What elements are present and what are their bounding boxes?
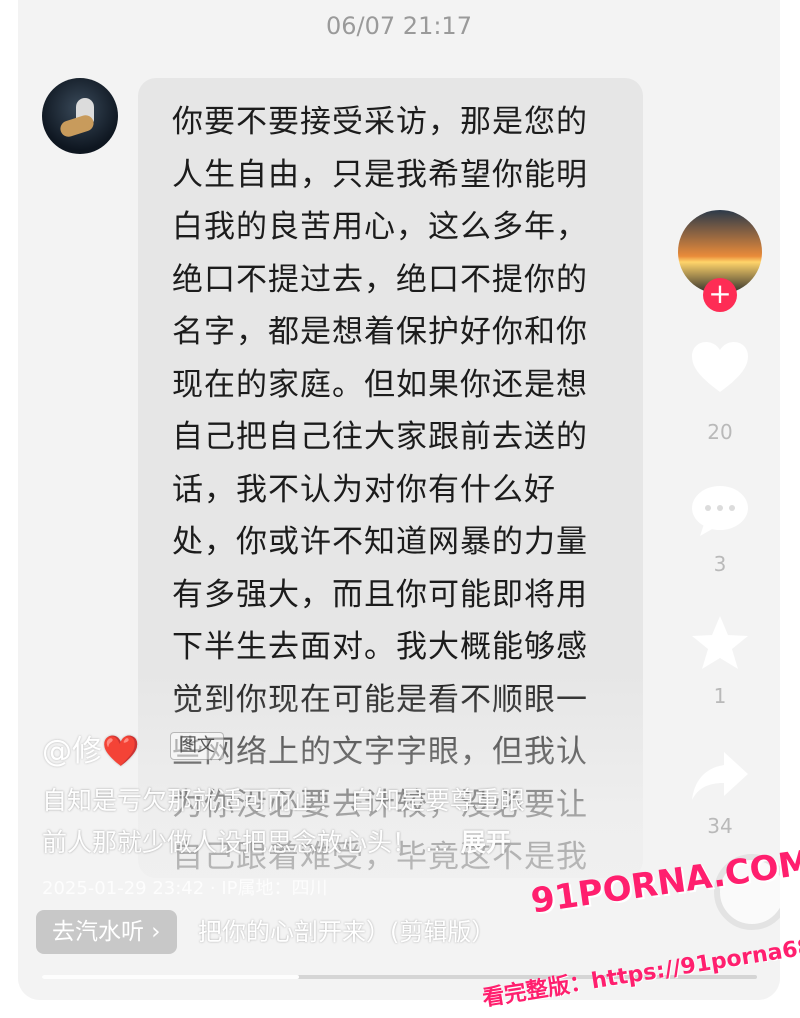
expand-button[interactable]: 展开 <box>461 828 511 857</box>
caption-line: 自知是亏欠那就适可而止！ 自知是要尊重眼 <box>42 786 525 815</box>
message-line: 下半生去面对。我大概能够感 <box>172 629 588 665</box>
message-line: 名字，都是想着保护好你和你 <box>172 314 588 350</box>
comment-icon[interactable] <box>690 482 750 542</box>
progress-fill <box>42 975 300 979</box>
message-line: 人生自由，只是我希望你能明 <box>172 156 588 193</box>
post-frame: 06/07 21:17 你要不要接受采访，那是您的 人生自由，只是我希望你能明 … <box>18 0 780 1000</box>
message-line: 话，我不认为对你有什么好 <box>172 471 556 508</box>
message-line: 你要不要接受采访，那是您的 <box>172 104 588 140</box>
watermark-url: 看完整版：https://91porna68.com <box>480 925 800 1012</box>
music-title[interactable]: 把你的心剖开来）(剪辑版） <box>198 910 495 954</box>
message-timestamp: 06/07 21:17 <box>326 12 472 40</box>
follow-button[interactable]: + <box>703 278 737 312</box>
listen-app-button[interactable]: 去汽水听 › <box>36 910 177 954</box>
post-meta: 2025-01-29 23:42 · IP属地：四川 <box>42 878 328 899</box>
sender-avatar[interactable] <box>42 78 118 154</box>
heart-icon[interactable] <box>690 340 750 400</box>
message-line: 自己把自己往大家跟前去送的 <box>172 419 588 455</box>
share-count: 34 <box>707 814 733 838</box>
message-line: 些网络上的文字字眼，但我认 <box>172 734 588 770</box>
message-line: 白我的良苦用心，这么多年， <box>172 209 588 245</box>
guitar-icon <box>58 113 96 139</box>
share-icon[interactable] <box>690 748 750 808</box>
star-icon[interactable] <box>690 614 750 674</box>
message-line: 觉到你现在可能是看不顺眼一 <box>172 681 588 718</box>
message-line: 现在的家庭。但如果你还是想 <box>172 366 588 403</box>
like-count: 20 <box>707 420 733 444</box>
comment-count: 3 <box>713 552 727 576</box>
author-handle: @修 <box>42 734 102 769</box>
author-name[interactable]: @修❤️ <box>42 726 139 770</box>
watermark: 91PORNA.COM 看完整版：https://91porna68.com <box>470 842 800 1012</box>
post-type-tag: 图文 <box>170 732 224 760</box>
message-line: 绝口不提过去，绝口不提你的 <box>172 261 588 298</box>
post-caption[interactable]: 自知是亏欠那就适可而止！ 自知是要尊重眼 前人那就少做人设把思念放心头！ ...… <box>42 780 662 864</box>
message-line: 处，你或许不知道网暴的力量 <box>172 524 588 560</box>
heart-emoji-icon: ❤️ <box>102 734 140 769</box>
caption-line: 前人那就少做人设把思念放心头！ ... <box>42 828 449 857</box>
favorite-count: 1 <box>713 684 727 708</box>
message-line: 有多强大，而且你可能即将用 <box>172 576 588 613</box>
